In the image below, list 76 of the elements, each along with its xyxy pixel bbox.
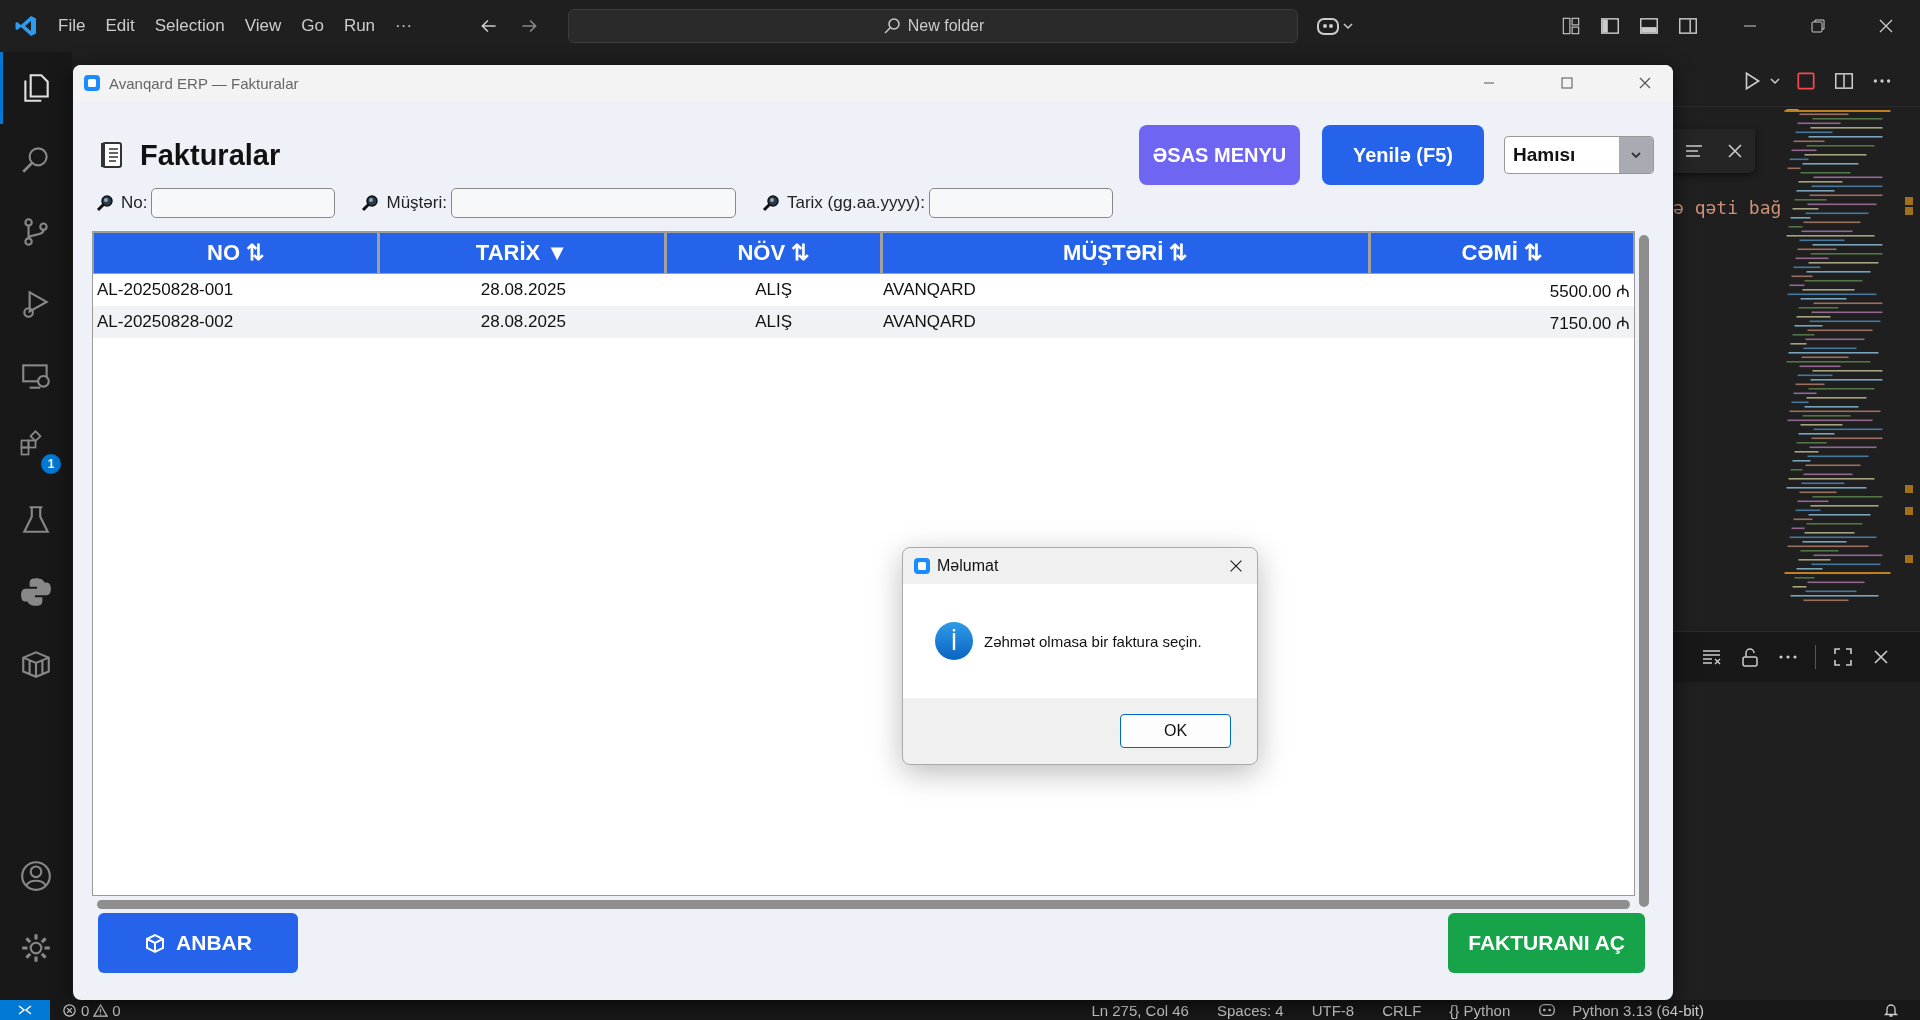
filter-dropdown[interactable]: Hamısı [1504,136,1654,174]
dialog-title: Məlumat [937,557,999,575]
unlock-icon[interactable] [1739,646,1761,668]
column-header[interactable]: CƏMİ ⇅ [1370,233,1633,273]
toolbar-button[interactable]: ƏSAS MENYU [1139,125,1300,185]
code-text: ə qəti bağ [1673,196,1782,220]
column-header[interactable]: NO ⇅ [94,233,378,273]
column-header[interactable]: TARİX ▼ [380,233,664,273]
column-header[interactable]: NÖV ⇅ [666,233,881,273]
chevron-down-icon [1630,151,1642,159]
problems-indicator[interactable]: 0 0 [62,1001,121,1019]
status-item[interactable]: Python 3.13 (64-bit) [1572,1001,1704,1019]
stop-icon[interactable] [1795,70,1817,92]
table-cell: 5500.00 ₼ [1549,281,1630,301]
toolbar-button[interactable]: Yenilə (F5) [1322,125,1484,185]
filter-label: Müştəri: [386,193,447,213]
table-cell: 7150.00 ₼ [1549,313,1630,333]
editor-logo-icon[interactable] [14,14,38,38]
table-cell: AVANQARD [883,312,976,331]
status-item[interactable]: Ln 275, Col 46 [1091,1001,1189,1019]
table-cell: AL-20250828-001 [97,280,234,299]
secondary-sidebar-icon[interactable] [1677,15,1699,37]
settings-icon[interactable] [19,931,53,965]
table-cell: ALIŞ [755,280,793,299]
account-icon[interactable] [19,859,53,893]
robot-icon[interactable] [1538,1002,1557,1018]
layout-icon[interactable] [1560,15,1582,37]
filter-input[interactable] [151,188,336,218]
command-center[interactable]: New folder [568,9,1299,43]
menu-item[interactable]: Go [301,16,324,36]
table-cell: AL-20250828-002 [97,312,234,331]
table-cell: AVANQARD [883,280,976,299]
window-title: Avanqard ERP — Fakturalar [109,74,299,92]
restore-icon[interactable] [1808,16,1828,36]
page-heading: Fakturalar [140,138,281,172]
table-cell: ALIŞ [755,312,793,331]
filter-input[interactable] [450,188,736,218]
maximize-icon[interactable] [1832,646,1854,668]
column-header[interactable]: MÜŞTƏRİ ⇅ [883,233,1368,273]
menu-item[interactable]: ··· [395,16,413,36]
menu-item[interactable]: Edit [105,16,135,36]
status-item[interactable]: UTF-8 [1311,1001,1355,1019]
table-row[interactable]: AL-20250828-001 28.08.2025 ALIŞ AVANQARD 5500.00 ₼ [93,274,1634,306]
horizontal-scrollbar[interactable] [97,900,1630,909]
status-item[interactable]: CRLF [1382,1001,1422,1019]
bell-icon[interactable] [1882,1002,1900,1018]
table-row[interactable]: AL-20250828-002 28.08.2025 ALIŞ AVANQARD 7150.00 ₼ [93,306,1634,338]
ledger-icon [100,140,124,170]
filter-input[interactable] [928,188,1113,218]
ok-button[interactable]: OK [1120,714,1231,748]
panel-toggle-icon[interactable] [1638,15,1660,37]
filter-label: No: [121,193,148,213]
remote-icon[interactable] [0,1000,50,1020]
app-logo-icon [913,557,931,575]
status-item[interactable]: Spaces: 4 [1216,1001,1284,1019]
vertical-scrollbar[interactable] [1639,235,1649,907]
menu-item[interactable]: View [244,16,282,36]
notification-badge: 1 [41,454,61,474]
box-icon [144,932,167,954]
status-item[interactable]: {} Python [1449,1001,1511,1019]
magnifier-icon [760,193,781,213]
menu-item[interactable]: Run [343,16,376,36]
action-button[interactable]: ANBAR [98,913,298,973]
info-icon [934,621,974,661]
table-cell: 28.08.2025 [480,280,566,299]
app-logo-icon [83,74,101,92]
sidebar-toggle-icon[interactable] [1599,15,1621,37]
split-editor-icon[interactable] [1833,70,1855,92]
table-cell: 28.08.2025 [480,312,566,331]
dialog-message: Zəhmət olmasa bir faktura seçin. [984,632,1202,650]
magnifier-icon [360,193,381,213]
menu-item[interactable]: File [58,16,86,36]
filter-label: Tarix (gg.aa.yyyy): [786,193,925,213]
magnifier-icon [95,193,115,213]
interlocked-logo-icon[interactable] [19,575,53,609]
menu-item[interactable]: Selection [154,16,225,36]
